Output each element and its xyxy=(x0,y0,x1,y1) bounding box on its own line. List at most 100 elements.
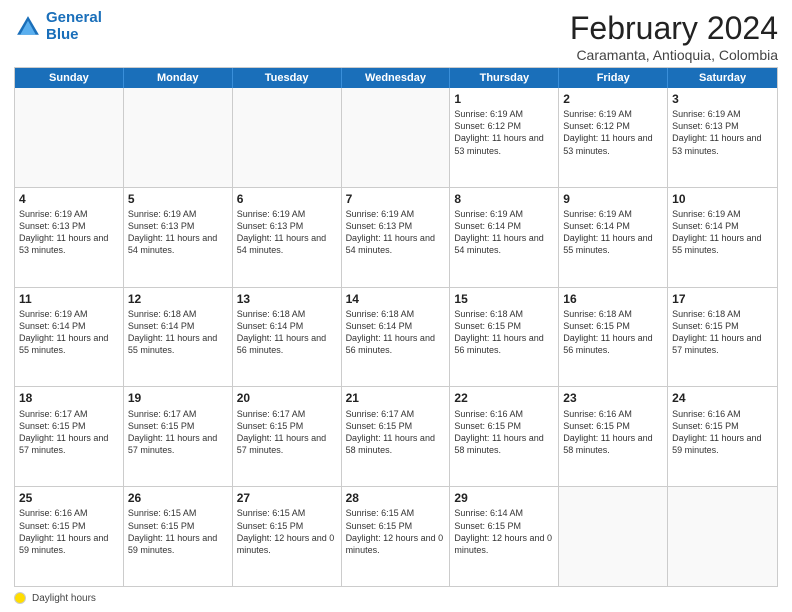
cell-info: Sunrise: 6:18 AM Sunset: 6:15 PM Dayligh… xyxy=(454,308,554,357)
cell-info: Sunrise: 6:17 AM Sunset: 6:15 PM Dayligh… xyxy=(128,408,228,457)
day-number: 7 xyxy=(346,191,446,207)
calendar-cell-24: 24 Sunrise: 6:16 AM Sunset: 6:15 PM Dayli… xyxy=(668,387,777,486)
calendar-cell-17: 17Sunrise: 6:18 AM Sunset: 6:15 PM Dayli… xyxy=(668,288,777,387)
day-number: 8 xyxy=(454,191,554,207)
calendar-cell-26: 26Sunrise: 6:15 AM Sunset: 6:15 PM Dayli… xyxy=(124,487,233,586)
calendar-cell-2: 2Sunrise: 6:19 AM Sunset: 6:12 PM Daylig… xyxy=(559,88,668,187)
calendar-cell-6: 6Sunrise: 6:19 AM Sunset: 6:13 PM Daylig… xyxy=(233,188,342,287)
logo-text: General Blue xyxy=(46,10,102,43)
cell-info: Sunrise: 6:16 AM Sunset: 6:15 PM Dayligh… xyxy=(454,408,554,457)
day-number: 28 xyxy=(346,490,446,506)
header-cell-sunday: Sunday xyxy=(15,68,124,88)
cell-info: Sunrise: 6:15 AM Sunset: 6:15 PM Dayligh… xyxy=(128,507,228,556)
day-number: 26 xyxy=(128,490,228,506)
calendar-cell-11: 11Sunrise: 6:19 AM Sunset: 6:14 PM Dayli… xyxy=(15,288,124,387)
day-number: 3 xyxy=(672,91,773,107)
page-subtitle: Caramanta, Antioquia, Colombia xyxy=(570,47,778,63)
day-number: 24 xyxy=(672,390,773,406)
calendar-cell-13: 13Sunrise: 6:18 AM Sunset: 6:14 PM Dayli… xyxy=(233,288,342,387)
day-number: 9 xyxy=(563,191,663,207)
day-number: 22 xyxy=(454,390,554,406)
day-number: 18 xyxy=(19,390,119,406)
day-number: 20 xyxy=(237,390,337,406)
calendar-cell-28: 28Sunrise: 6:15 AM Sunset: 6:15 PM Dayli… xyxy=(342,487,451,586)
calendar-cell-4: 4Sunrise: 6:19 AM Sunset: 6:13 PM Daylig… xyxy=(15,188,124,287)
cell-info: Sunrise: 6:19 AM Sunset: 6:14 PM Dayligh… xyxy=(19,308,119,357)
day-number: 5 xyxy=(128,191,228,207)
calendar-cell-16: 16Sunrise: 6:18 AM Sunset: 6:15 PM Dayli… xyxy=(559,288,668,387)
cell-info: Sunrise: 6:17 AM Sunset: 6:15 PM Dayligh… xyxy=(19,408,119,457)
cell-info: Sunrise: 6:17 AM Sunset: 6:15 PM Dayligh… xyxy=(237,408,337,457)
calendar-cell-14: 14Sunrise: 6:18 AM Sunset: 6:14 PM Dayli… xyxy=(342,288,451,387)
calendar-cell-empty-0-2 xyxy=(233,88,342,187)
calendar-cell-15: 15Sunrise: 6:18 AM Sunset: 6:15 PM Dayli… xyxy=(450,288,559,387)
page: General Blue February 2024 Caramanta, An… xyxy=(0,0,792,612)
header-cell-friday: Friday xyxy=(559,68,668,88)
title-section: February 2024 Caramanta, Antioquia, Colo… xyxy=(570,10,778,63)
calendar-cell-empty-0-0 xyxy=(15,88,124,187)
day-number: 4 xyxy=(19,191,119,207)
cell-info: Sunrise: 6:16 AM Sunset: 6:15 PM Dayligh… xyxy=(672,408,773,457)
calendar-row-4: 25Sunrise: 6:16 AM Sunset: 6:15 PM Dayli… xyxy=(15,487,777,586)
calendar: SundayMondayTuesdayWednesdayThursdayFrid… xyxy=(14,67,778,587)
day-number: 12 xyxy=(128,291,228,307)
calendar-cell-29: 29Sunrise: 6:14 AM Sunset: 6:15 PM Dayli… xyxy=(450,487,559,586)
cell-info: Sunrise: 6:19 AM Sunset: 6:13 PM Dayligh… xyxy=(237,208,337,257)
day-number: 21 xyxy=(346,390,446,406)
cell-info: Sunrise: 6:19 AM Sunset: 6:13 PM Dayligh… xyxy=(19,208,119,257)
header-cell-saturday: Saturday xyxy=(668,68,777,88)
header-cell-tuesday: Tuesday xyxy=(233,68,342,88)
calendar-row-2: 11Sunrise: 6:19 AM Sunset: 6:14 PM Dayli… xyxy=(15,288,777,388)
calendar-cell-8: 8Sunrise: 6:19 AM Sunset: 6:14 PM Daylig… xyxy=(450,188,559,287)
header-cell-wednesday: Wednesday xyxy=(342,68,451,88)
day-number: 27 xyxy=(237,490,337,506)
cell-info: Sunrise: 6:19 AM Sunset: 6:14 PM Dayligh… xyxy=(563,208,663,257)
day-number: 16 xyxy=(563,291,663,307)
cell-info: Sunrise: 6:15 AM Sunset: 6:15 PM Dayligh… xyxy=(346,507,446,556)
cell-info: Sunrise: 6:16 AM Sunset: 6:15 PM Dayligh… xyxy=(19,507,119,556)
cell-info: Sunrise: 6:16 AM Sunset: 6:15 PM Dayligh… xyxy=(563,408,663,457)
calendar-row-3: 18 Sunrise: 6:17 AM Sunset: 6:15 PM Dayli… xyxy=(15,387,777,487)
day-number: 14 xyxy=(346,291,446,307)
cell-info: Sunrise: 6:18 AM Sunset: 6:15 PM Dayligh… xyxy=(672,308,773,357)
logo: General Blue xyxy=(14,10,102,43)
calendar-header: SundayMondayTuesdayWednesdayThursdayFrid… xyxy=(15,68,777,88)
cell-info: Sunrise: 6:19 AM Sunset: 6:12 PM Dayligh… xyxy=(563,108,663,157)
day-number: 15 xyxy=(454,291,554,307)
calendar-cell-1: 1Sunrise: 6:19 AM Sunset: 6:12 PM Daylig… xyxy=(450,88,559,187)
calendar-cell-3: 3Sunrise: 6:19 AM Sunset: 6:13 PM Daylig… xyxy=(668,88,777,187)
cell-info: Sunrise: 6:17 AM Sunset: 6:15 PM Dayligh… xyxy=(346,408,446,457)
calendar-cell-empty-0-3 xyxy=(342,88,451,187)
cell-info: Sunrise: 6:18 AM Sunset: 6:14 PM Dayligh… xyxy=(128,308,228,357)
day-number: 2 xyxy=(563,91,663,107)
day-number: 6 xyxy=(237,191,337,207)
calendar-cell-9: 9Sunrise: 6:19 AM Sunset: 6:14 PM Daylig… xyxy=(559,188,668,287)
calendar-cell-19: 19 Sunrise: 6:17 AM Sunset: 6:15 PM Dayli… xyxy=(124,387,233,486)
cell-info: Sunrise: 6:19 AM Sunset: 6:14 PM Dayligh… xyxy=(454,208,554,257)
logo-icon xyxy=(14,13,42,41)
calendar-cell-12: 12Sunrise: 6:18 AM Sunset: 6:14 PM Dayli… xyxy=(124,288,233,387)
cell-info: Sunrise: 6:18 AM Sunset: 6:14 PM Dayligh… xyxy=(346,308,446,357)
day-number: 13 xyxy=(237,291,337,307)
cell-info: Sunrise: 6:19 AM Sunset: 6:13 PM Dayligh… xyxy=(672,108,773,157)
header-cell-monday: Monday xyxy=(124,68,233,88)
header-cell-thursday: Thursday xyxy=(450,68,559,88)
day-number: 23 xyxy=(563,390,663,406)
calendar-cell-18: 18 Sunrise: 6:17 AM Sunset: 6:15 PM Dayli… xyxy=(15,387,124,486)
calendar-row-1: 4Sunrise: 6:19 AM Sunset: 6:13 PM Daylig… xyxy=(15,188,777,288)
day-number: 19 xyxy=(128,390,228,406)
cell-info: Sunrise: 6:18 AM Sunset: 6:15 PM Dayligh… xyxy=(563,308,663,357)
legend: Daylight hours xyxy=(14,590,778,604)
calendar-row-0: 1Sunrise: 6:19 AM Sunset: 6:12 PM Daylig… xyxy=(15,88,777,188)
cell-info: Sunrise: 6:19 AM Sunset: 6:13 PM Dayligh… xyxy=(128,208,228,257)
cell-info: Sunrise: 6:15 AM Sunset: 6:15 PM Dayligh… xyxy=(237,507,337,556)
day-number: 10 xyxy=(672,191,773,207)
cell-info: Sunrise: 6:14 AM Sunset: 6:15 PM Dayligh… xyxy=(454,507,554,556)
calendar-cell-23: 23 Sunrise: 6:16 AM Sunset: 6:15 PM Dayli… xyxy=(559,387,668,486)
calendar-cell-7: 7Sunrise: 6:19 AM Sunset: 6:13 PM Daylig… xyxy=(342,188,451,287)
calendar-cell-22: 22 Sunrise: 6:16 AM Sunset: 6:15 PM Dayli… xyxy=(450,387,559,486)
calendar-cell-empty-4-6 xyxy=(668,487,777,586)
day-number: 29 xyxy=(454,490,554,506)
calendar-cell-27: 27Sunrise: 6:15 AM Sunset: 6:15 PM Dayli… xyxy=(233,487,342,586)
calendar-cell-empty-0-1 xyxy=(124,88,233,187)
